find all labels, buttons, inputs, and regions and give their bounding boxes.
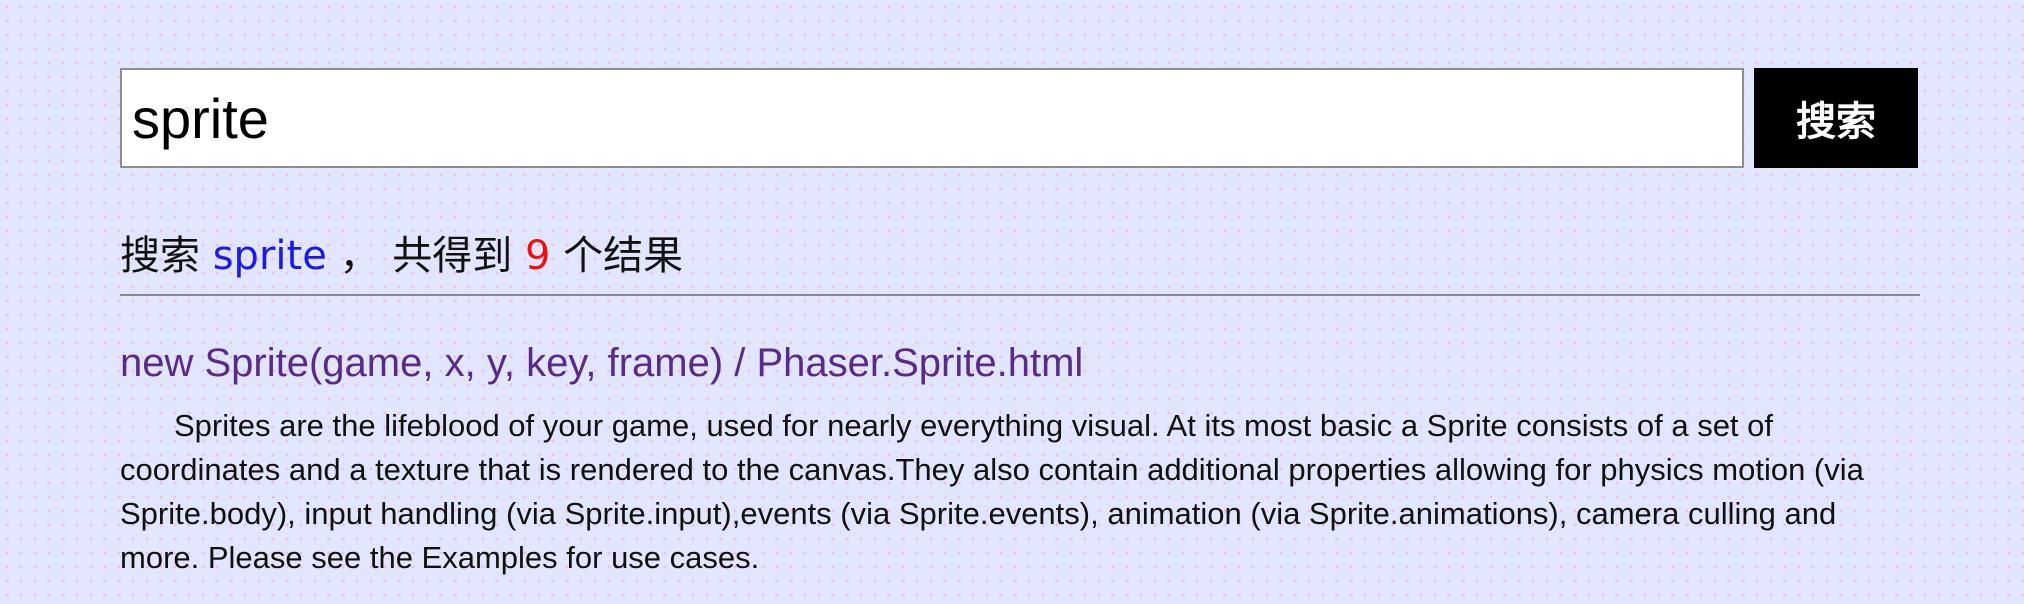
result-description: Sprites are the lifeblood of your game, … (120, 408, 1864, 575)
summary-middle: ， 共得到 (339, 233, 513, 279)
search-input[interactable] (120, 68, 1744, 168)
summary-prefix: 搜索 (120, 233, 200, 279)
divider (120, 294, 1920, 296)
summary-keyword: sprite (212, 233, 327, 279)
search-form: 搜索 (120, 68, 1918, 168)
result-link[interactable]: new Sprite(game, x, y, key, frame) / Pha… (120, 334, 1083, 392)
search-button[interactable]: 搜索 (1754, 68, 1918, 168)
summary-suffix: 个结果 (563, 233, 684, 279)
search-results-page: 搜索 搜索 sprite ， 共得到 9 个结果 new Sprite(game… (0, 0, 2024, 604)
result-count: 9 (524, 233, 551, 279)
result-summary: 搜索 sprite ， 共得到 9 个结果 (120, 226, 683, 286)
